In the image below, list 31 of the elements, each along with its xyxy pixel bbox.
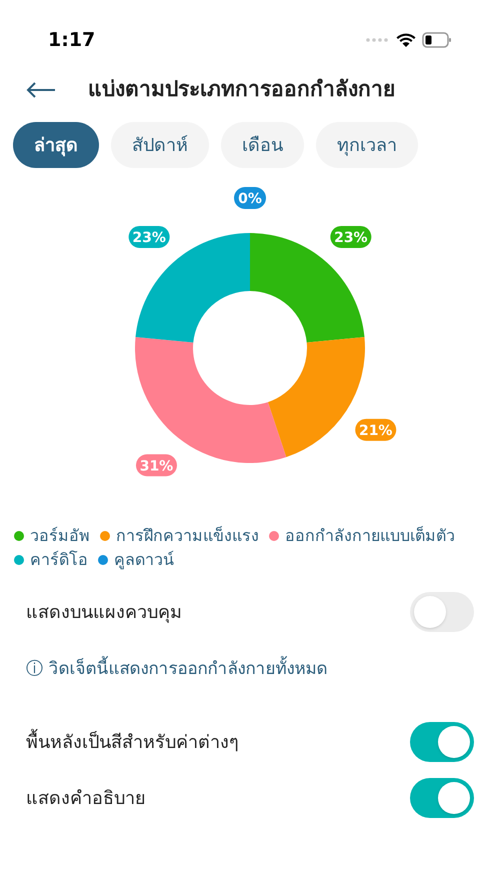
back-arrow-icon[interactable]	[26, 81, 56, 99]
wifi-icon	[396, 32, 416, 48]
value-label: 21%	[355, 418, 396, 441]
data-label: 23%	[132, 230, 166, 246]
toggle-switch[interactable]	[410, 778, 474, 818]
setting-label: แสดงบนแผงควบคุม	[26, 600, 182, 625]
setting-label: พื้นหลังเป็นสีสำหรับค่าต่างๆ	[26, 728, 239, 756]
info-note: ⓘ วิดเจ็ตนี้แสดงการออกกำลังกายทั้งหมด	[26, 657, 328, 683]
value-label: 23%	[128, 226, 170, 248]
period-tab[interactable]: ล่าสุด	[13, 122, 99, 168]
period-tab[interactable]: ทุกเวลา	[316, 122, 418, 168]
period-tab[interactable]: เดือน	[221, 122, 304, 168]
toggle-switch[interactable]	[410, 722, 474, 762]
value-label: 23%	[330, 226, 372, 248]
legend-label: คาร์ดิโอ	[30, 549, 88, 571]
value-label: 0%	[234, 187, 266, 209]
legend-label: คูลดาวน์	[114, 549, 174, 572]
toggle-switch[interactable]	[410, 592, 474, 632]
data-label: 23%	[334, 230, 368, 246]
value-label: 31%	[136, 454, 177, 476]
legend-label: การฝึกความแข็งแรง	[116, 525, 259, 547]
battery-icon	[422, 32, 452, 48]
legend-label: ออกกำลังกายแบบเต็มตัว	[285, 525, 455, 547]
setting-label: แสดงคำอธิบาย	[26, 786, 146, 810]
legend-label: วอร์มอัพ	[30, 525, 90, 547]
data-label: 21%	[358, 422, 392, 439]
signal-dots-icon	[366, 38, 390, 42]
data-label: 31%	[140, 458, 174, 474]
page-title: แบ่งตามประเภทการออกกำลังกาย	[88, 76, 395, 104]
period-tab[interactable]: สัปดาห์	[111, 122, 209, 168]
status-time: 1:17	[48, 28, 96, 53]
